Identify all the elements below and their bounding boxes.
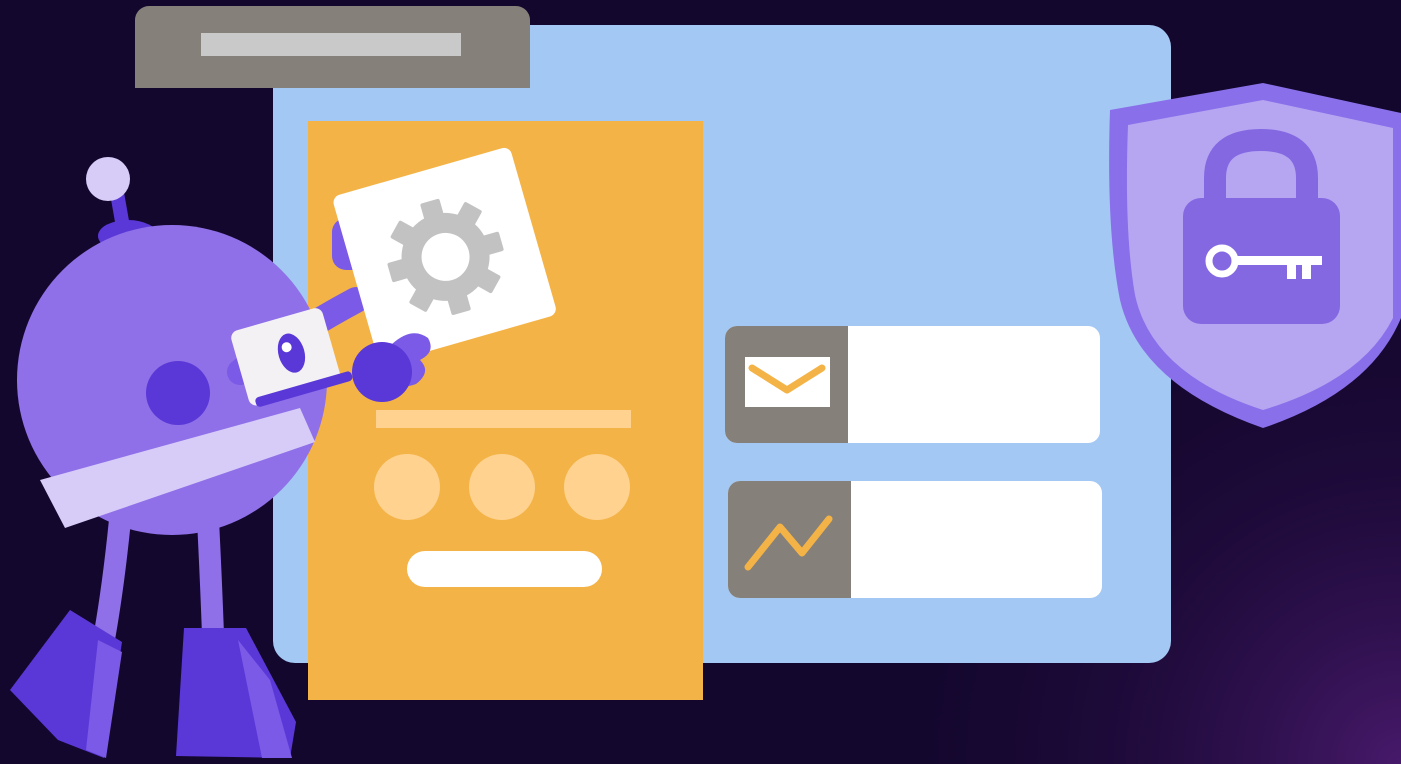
robot-cheek — [146, 361, 210, 425]
chart-card — [728, 481, 1102, 598]
pin-dot — [469, 454, 535, 520]
panel-submit-pill — [407, 551, 602, 587]
robot-hand-front — [352, 342, 412, 402]
panel-divider-line — [376, 410, 631, 428]
pin-dot — [564, 454, 630, 520]
mail-card — [725, 326, 1100, 443]
pin-dot — [374, 454, 440, 520]
robot-antenna-ball — [86, 157, 130, 201]
illustration-scene — [0, 0, 1401, 764]
envelope-icon — [745, 357, 830, 407]
title-placeholder-bar — [201, 33, 461, 56]
